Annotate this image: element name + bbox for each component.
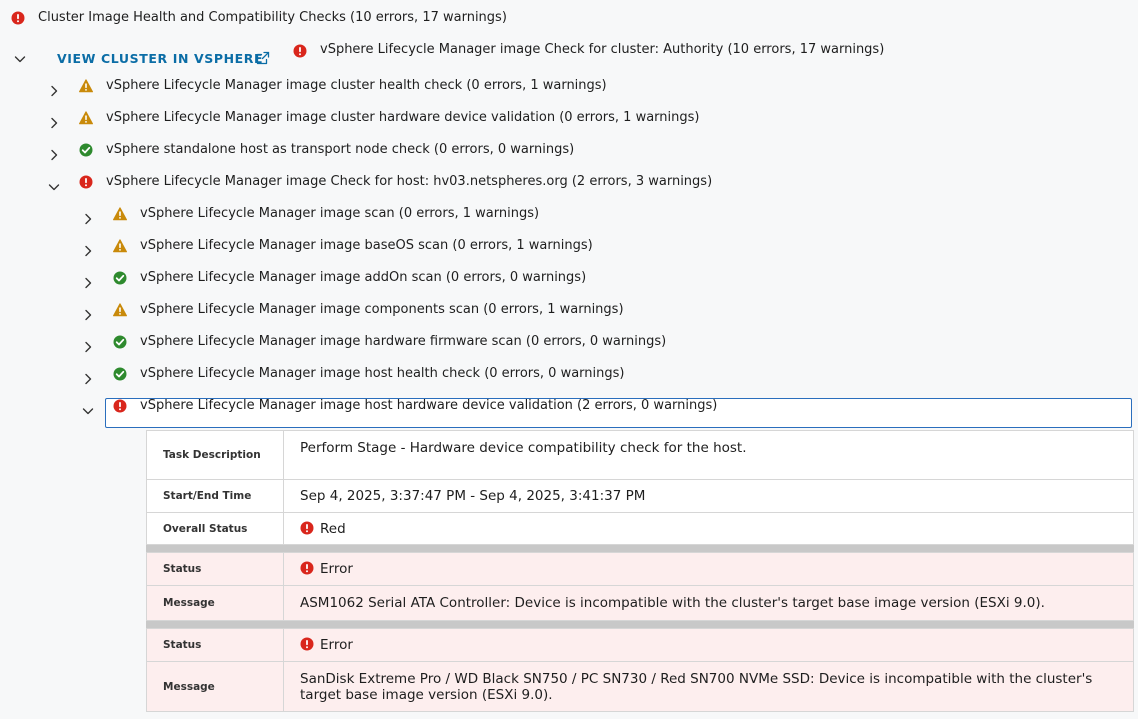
chevron-right-icon[interactable]	[82, 341, 94, 353]
chevron-down-icon[interactable]	[48, 181, 60, 193]
tree-row-label: vSphere Lifecycle Manager image hardware…	[140, 334, 667, 349]
tree-row-label: vSphere Lifecycle Manager image baseOS s…	[140, 238, 593, 253]
message-key: Message	[146, 661, 284, 712]
chevron-right-icon[interactable]	[82, 277, 94, 289]
start-end-value: Sep 4, 2025, 3:37:47 PM - Sep 4, 2025, 3…	[283, 479, 1134, 513]
error-icon	[300, 561, 314, 575]
tree-row-label: vSphere Lifecycle Manager image componen…	[140, 302, 624, 317]
message-key: Message	[146, 585, 284, 621]
status-key: Status	[146, 628, 284, 662]
success-icon	[113, 271, 127, 285]
message-value: SanDisk Extreme Pro / WD Black SN750 / P…	[283, 661, 1134, 712]
start-end-key: Start/End Time	[146, 479, 284, 513]
overall-status-cell: Red	[283, 512, 1134, 545]
warning-icon	[79, 111, 93, 125]
chevron-right-icon[interactable]	[48, 117, 60, 129]
error-icon	[113, 399, 127, 413]
status-value: Error	[320, 637, 353, 653]
table-row: Overall Status Red	[146, 512, 1134, 545]
chevron-right-icon[interactable]	[48, 149, 60, 161]
table-separator	[146, 620, 1134, 629]
table-row: Start/End Time Sep 4, 2025, 3:37:47 PM -…	[146, 479, 1134, 513]
tree-row-label: vSphere Lifecycle Manager image scan (0 …	[140, 206, 540, 221]
message-value: ASM1062 Serial ATA Controller: Device is…	[283, 585, 1134, 621]
cluster-check-label: vSphere Lifecycle Manager image Check fo…	[320, 42, 885, 57]
chevron-right-icon[interactable]	[82, 245, 94, 257]
chevron-right-icon[interactable]	[82, 309, 94, 321]
table-row: Status Error	[146, 552, 1134, 586]
chevron-right-icon[interactable]	[82, 373, 94, 385]
warning-icon	[113, 239, 127, 253]
error-icon	[293, 44, 307, 58]
warning-icon	[113, 207, 127, 221]
page-title: Cluster Image Health and Compatibility C…	[38, 10, 507, 25]
success-icon	[79, 143, 93, 157]
tree-row-label: vSphere Lifecycle Manager image host hea…	[140, 366, 625, 381]
tree-row-label: vSphere Lifecycle Manager image Check fo…	[106, 174, 713, 189]
success-icon	[113, 367, 127, 381]
warning-icon	[79, 79, 93, 93]
status-cell: Error	[283, 552, 1134, 586]
tree-row-label: vSphere Lifecycle Manager image cluster …	[106, 110, 700, 125]
success-icon	[113, 335, 127, 349]
table-row: Task Description Perform Stage - Hardwar…	[146, 430, 1134, 480]
error-icon	[300, 637, 314, 651]
status-cell: Error	[283, 628, 1134, 662]
tree-row-label: vSphere Lifecycle Manager image addOn sc…	[140, 270, 587, 285]
view-cluster-link[interactable]: VIEW CLUSTER IN VSPHERE	[57, 51, 263, 67]
table-row: Message SanDisk Extreme Pro / WD Black S…	[146, 661, 1134, 712]
external-link-icon[interactable]	[256, 51, 270, 65]
details-table: Task Description Perform Stage - Hardwar…	[146, 430, 1134, 712]
overall-status-value: Red	[320, 520, 346, 537]
warning-icon	[113, 303, 127, 317]
chevron-right-icon[interactable]	[48, 85, 60, 97]
status-value: Error	[320, 561, 353, 577]
error-icon	[300, 521, 314, 535]
table-separator	[146, 544, 1134, 553]
tree-row-label: vSphere Lifecycle Manager image host har…	[140, 398, 718, 413]
chevron-down-icon[interactable]	[82, 405, 94, 417]
tree-row-label: vSphere Lifecycle Manager image cluster …	[106, 78, 607, 93]
chevron-right-icon[interactable]	[82, 213, 94, 225]
tree-row-label: vSphere standalone host as transport nod…	[106, 142, 575, 157]
error-icon	[11, 11, 25, 25]
error-icon	[79, 175, 93, 189]
status-key: Status	[146, 552, 284, 586]
table-row: Status Error	[146, 628, 1134, 662]
task-description-key: Task Description	[146, 430, 284, 480]
overall-status-key: Overall Status	[146, 512, 284, 545]
task-description-value: Perform Stage - Hardware device compatib…	[283, 430, 1134, 480]
table-row: Message ASM1062 Serial ATA Controller: D…	[146, 585, 1134, 621]
chevron-down-icon[interactable]	[14, 53, 26, 65]
